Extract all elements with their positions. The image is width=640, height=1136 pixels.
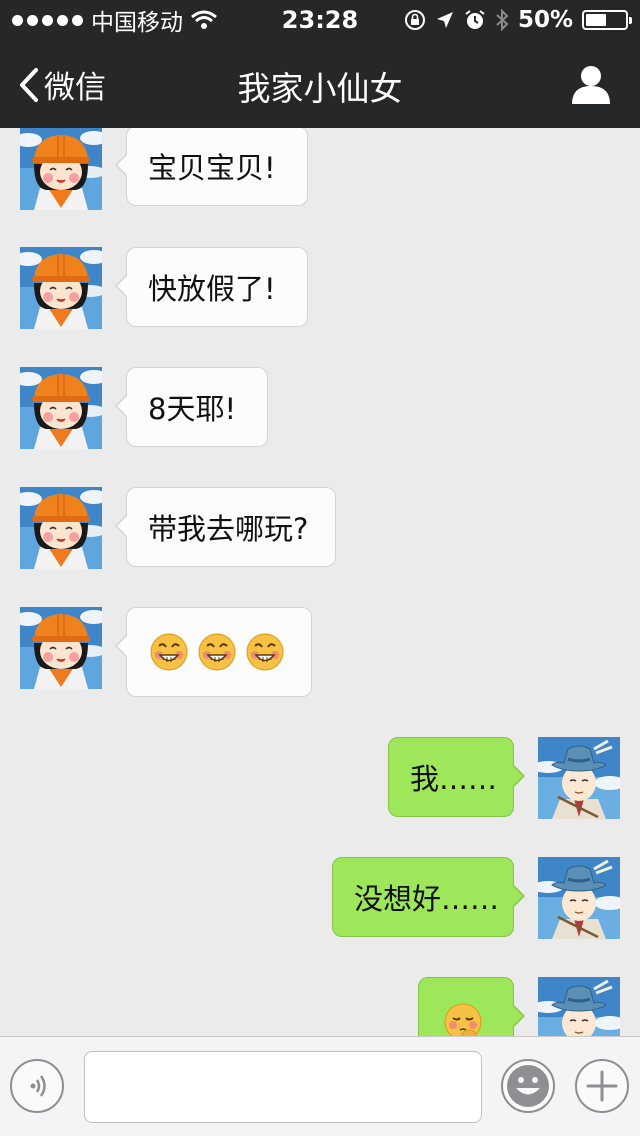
status-bar: 中国移动 23:28 50% <box>0 0 640 40</box>
contact-avatar[interactable] <box>20 247 102 329</box>
message-text: 我…… <box>410 762 498 796</box>
chat-title: 我家小仙女 <box>237 69 403 108</box>
alarm-icon <box>465 10 485 29</box>
status-right: 50% <box>404 6 632 34</box>
battery-icon <box>582 10 632 30</box>
smiley-icon <box>507 1065 549 1107</box>
message-text: 宝贝宝贝! <box>148 151 276 185</box>
message-bubble[interactable]: 没想好…… <box>332 857 525 937</box>
emoji-button[interactable] <box>501 1059 555 1113</box>
rotation-lock-icon <box>404 10 425 30</box>
message-text: 没想好…… <box>354 882 500 916</box>
input-bar <box>0 1036 640 1136</box>
my-avatar[interactable] <box>538 857 620 939</box>
my-avatar[interactable] <box>538 977 620 1036</box>
person-icon[interactable] <box>570 64 612 106</box>
my-avatar[interactable] <box>538 737 620 819</box>
message-bubble[interactable] <box>115 607 312 697</box>
message-bubble[interactable] <box>418 977 525 1036</box>
message-text: 快放假了! <box>148 272 276 306</box>
message-bubble[interactable]: 快放假了! <box>115 247 308 327</box>
grinning-blush-emoji <box>245 632 285 672</box>
more-button[interactable] <box>575 1059 629 1113</box>
grinning-blush-emoji <box>149 632 189 672</box>
message-bubble[interactable]: 我…… <box>388 737 525 817</box>
message-text: 带我去哪玩? <box>148 512 309 546</box>
message-bubble[interactable]: 宝贝宝贝! <box>115 128 308 206</box>
contact-avatar[interactable] <box>20 487 102 569</box>
voice-button[interactable] <box>10 1059 64 1113</box>
message-bubble[interactable]: 带我去哪玩? <box>115 487 336 567</box>
grinning-blush-emoji <box>197 632 237 672</box>
bluetooth-icon <box>496 9 509 31</box>
shy-emoji <box>443 1002 483 1036</box>
contact-avatar[interactable] <box>20 128 102 210</box>
location-icon <box>436 12 453 28</box>
message-bubble[interactable]: 8天耶! <box>115 367 268 447</box>
message-list[interactable]: 宝贝宝贝! 快放假了! 8天耶! 带我去哪玩? 我…… 没想好…… <box>0 128 640 1036</box>
plus-icon <box>586 1070 618 1102</box>
voice-icon <box>30 1075 46 1097</box>
message-text: 8天耶! <box>148 392 237 426</box>
contact-avatar[interactable] <box>20 607 102 689</box>
message-input[interactable] <box>84 1051 482 1123</box>
nav-bar: 微信 我家小仙女 <box>0 40 640 128</box>
contact-avatar[interactable] <box>20 367 102 449</box>
battery-percent: 50% <box>517 7 573 33</box>
